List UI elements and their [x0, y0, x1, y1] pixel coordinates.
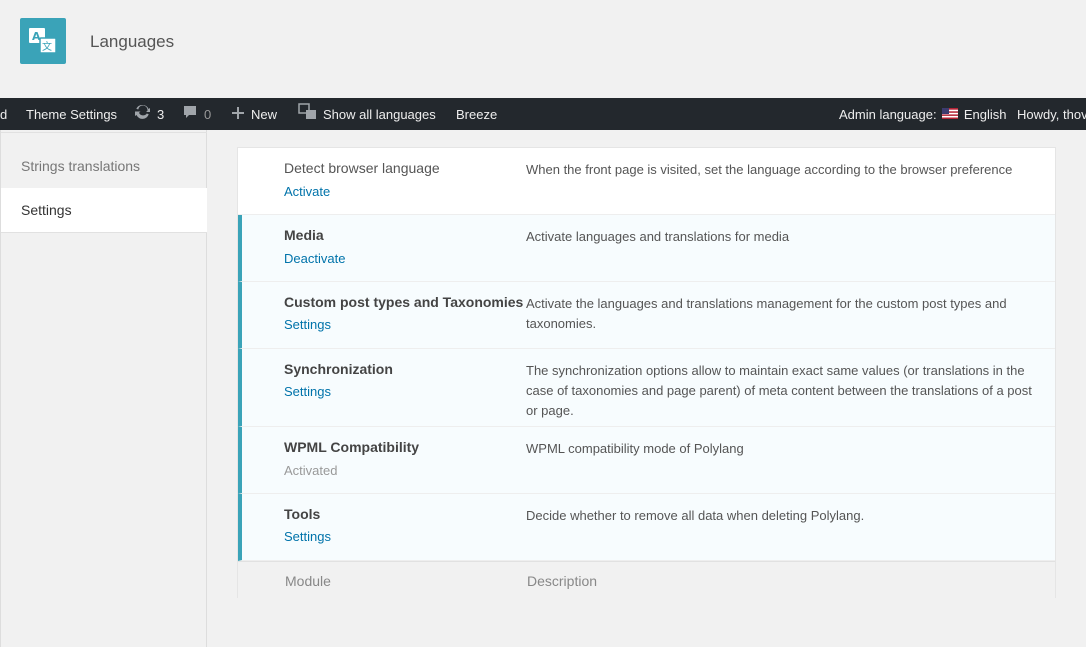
- translate-icon: A 文: [20, 18, 66, 64]
- module-row-detect-browser: Detect browser language Activate When th…: [238, 148, 1055, 215]
- module-name: Custom post types and Taxonomies: [284, 294, 524, 310]
- sidebar-item-settings[interactable]: Settings: [1, 188, 207, 233]
- show-all-languages-label: Show all languages: [323, 107, 436, 122]
- activated-status: Activated: [284, 463, 338, 478]
- us-flag-icon: [942, 98, 959, 130]
- admin-language-label: Admin language:: [839, 107, 937, 122]
- module-description: WPML compatibility mode of Polylang: [526, 441, 744, 456]
- new-label: New: [251, 107, 278, 122]
- sidebar-item-partial: [1, 120, 207, 133]
- plus-icon: [231, 99, 245, 130]
- svg-text:文: 文: [42, 40, 52, 53]
- sidebar-item-strings-translations[interactable]: Strings translations: [1, 144, 207, 189]
- module-row-synchronization: Synchronization Settings The synchroniza…: [238, 349, 1055, 427]
- module-row-tools: Tools Settings Decide whether to remove …: [238, 494, 1055, 561]
- module-row-wpml-compatibility: WPML Compatibility Activated WPML compat…: [238, 427, 1055, 494]
- module-name: Synchronization: [284, 361, 393, 377]
- module-description: When the front page is visited, set the …: [526, 162, 1013, 177]
- admin-language-value: English: [963, 107, 1007, 122]
- module-name: WPML Compatibility: [284, 439, 420, 455]
- module-description: Activate the languages and translations …: [526, 296, 1007, 331]
- module-row-custom-post-types: Custom post types and Taxonomies Setting…: [238, 282, 1055, 349]
- settings-link[interactable]: Settings: [284, 384, 331, 399]
- module-name: Tools: [284, 506, 321, 522]
- module-description: Activate languages and translations for …: [526, 229, 790, 244]
- module-name: Detect browser language: [284, 160, 440, 176]
- description-column-header: Description: [527, 573, 598, 589]
- page-header: A 文 Languages: [0, 0, 1086, 98]
- module-description: Decide whether to remove all data when d…: [526, 508, 865, 523]
- breeze-link[interactable]: Breeze: [456, 98, 497, 130]
- settings-link[interactable]: Settings: [284, 529, 331, 544]
- page-title: Languages: [90, 32, 175, 51]
- show-all-languages-link[interactable]: Show all languages: [298, 98, 436, 130]
- languages-sidebar: Strings translations Settings: [0, 130, 207, 647]
- module-name: Media: [284, 227, 324, 243]
- translate-small-icon: [298, 99, 317, 130]
- my-account-link[interactable]: Howdy, thov: [1017, 98, 1086, 130]
- settings-link[interactable]: Settings: [284, 317, 331, 332]
- admin-language-switcher[interactable]: Admin language: English: [839, 98, 1006, 130]
- new-content-link[interactable]: New: [231, 98, 277, 130]
- module-row-media: Media Deactivate Activate languages and …: [238, 215, 1055, 282]
- module-description: The synchronization options allow to mai…: [526, 363, 1032, 418]
- deactivate-link[interactable]: Deactivate: [284, 251, 345, 266]
- activate-link[interactable]: Activate: [284, 184, 330, 199]
- modules-table: Detect browser language Activate When th…: [237, 147, 1056, 598]
- table-footer: Module Description: [238, 561, 1055, 598]
- module-column-header[interactable]: Module: [285, 573, 331, 589]
